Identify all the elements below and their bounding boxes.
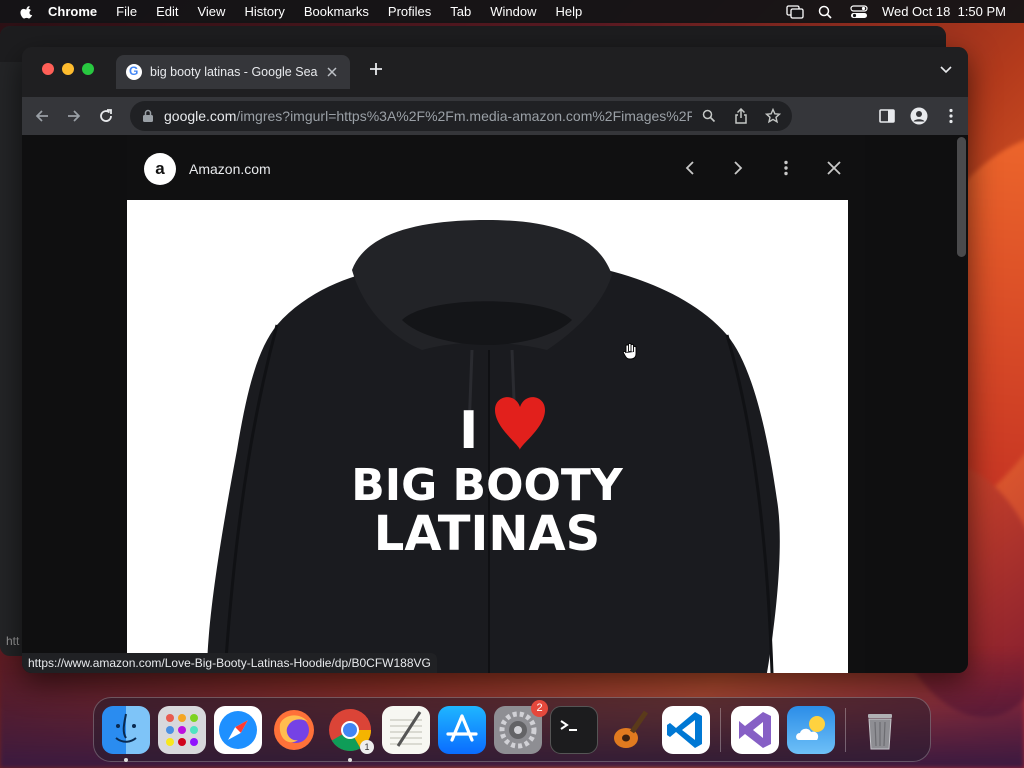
tab-strip: big booty latinas - Google Sea — [22, 47, 968, 97]
menu-window[interactable]: Window — [490, 4, 536, 19]
control-center-icon[interactable] — [850, 4, 868, 19]
omnibox-actions — [700, 107, 782, 125]
dock-trash-icon[interactable] — [856, 706, 904, 754]
viewer-controls — [681, 159, 843, 177]
product-image[interactable]: I BIG BOOTY LATINAS — [127, 200, 848, 673]
image-source-name[interactable]: Amazon.com — [189, 161, 271, 177]
chrome-badge: 1 — [360, 739, 374, 754]
menu-bar: Chrome File Edit View History Bookmarks … — [0, 0, 1024, 23]
dock-visual-studio-icon[interactable] — [731, 705, 779, 754]
viewer-more-options-icon[interactable] — [777, 159, 795, 177]
back-button[interactable] — [28, 102, 56, 130]
dock: 1 2 — [93, 697, 931, 762]
apple-menu-icon[interactable] — [20, 5, 34, 19]
menu-edit[interactable]: Edit — [156, 4, 178, 19]
dock-chrome-icon[interactable]: 1 — [326, 706, 374, 762]
menu-app-name[interactable]: Chrome — [48, 4, 97, 19]
dock-safari-icon[interactable] — [214, 705, 262, 754]
dock-separator — [720, 707, 721, 752]
browser-toolbar: google.com/imgres?imgurl=https%3A%2F%2Fm… — [22, 97, 968, 135]
hoodie-illustration: I BIG BOOTY LATINAS — [127, 200, 848, 673]
dock-garageband-icon[interactable] — [606, 706, 654, 754]
url-path: /imgres?imgurl=https%3A%2F%2Fm.media-ama… — [236, 108, 692, 124]
next-image-chevron-right-icon[interactable] — [729, 159, 747, 177]
toolbar-right-actions — [878, 97, 960, 135]
window-controls — [42, 63, 94, 75]
forward-button[interactable] — [60, 102, 88, 130]
image-text-line3: LATINAS — [374, 506, 601, 562]
close-window-button[interactable] — [42, 63, 54, 75]
minimize-window-button[interactable] — [62, 63, 74, 75]
dock-textedit-icon[interactable] — [382, 705, 430, 754]
dock-weather-icon[interactable] — [787, 705, 835, 754]
menu-file[interactable]: File — [116, 4, 137, 19]
url-host: google.com — [164, 108, 237, 124]
running-indicator — [348, 757, 352, 762]
dock-launchpad-icon[interactable] — [158, 705, 206, 754]
spotlight-search-icon[interactable] — [818, 5, 836, 19]
page-content: a Amazon.com I BIG BOOTY LATINAS https:/… — [22, 135, 968, 673]
menu-clock[interactable]: Wed Oct 18 1:50 PM — [882, 4, 1006, 19]
amazon-logo-icon[interactable]: a — [144, 153, 176, 185]
reload-button[interactable] — [92, 102, 120, 130]
tab-active[interactable]: big booty latinas - Google Sea — [116, 55, 350, 89]
system-settings-badge: 2 — [531, 699, 548, 717]
side-panel-icon[interactable] — [878, 107, 896, 125]
image-text-line2: BIG BOOTY — [351, 460, 624, 511]
new-tab-button[interactable] — [366, 60, 386, 80]
tab-search-chevron-down-icon[interactable] — [940, 61, 954, 75]
menu-profiles[interactable]: Profiles — [388, 4, 431, 19]
dock-system-settings-icon[interactable]: 2 — [494, 699, 548, 754]
dock-app-store-icon[interactable] — [438, 705, 486, 754]
menu-bookmarks[interactable]: Bookmarks — [304, 4, 369, 19]
search-icon[interactable] — [700, 107, 718, 125]
menu-view[interactable]: View — [197, 4, 225, 19]
menu-help[interactable]: Help — [556, 4, 583, 19]
share-icon[interactable] — [732, 107, 750, 125]
menu-tab[interactable]: Tab — [450, 4, 471, 19]
image-source-bar: a Amazon.com — [127, 135, 865, 203]
tab-title: big booty latinas - Google Sea — [150, 65, 318, 79]
close-viewer-icon[interactable] — [825, 159, 843, 177]
zoom-window-button[interactable] — [82, 63, 94, 75]
link-status-url: https://www.amazon.com/Love-Big-Booty-La… — [22, 653, 437, 673]
url-text[interactable]: google.com/imgres?imgurl=https%3A%2F%2Fm… — [164, 108, 692, 124]
profile-avatar-icon[interactable] — [910, 107, 928, 125]
address-bar[interactable]: google.com/imgres?imgurl=https%3A%2F%2Fm… — [130, 101, 792, 131]
chrome-window: big booty latinas - Google Sea google.co… — [22, 47, 968, 673]
bookmark-star-icon[interactable] — [764, 107, 782, 125]
screen-mirroring-icon[interactable] — [786, 4, 804, 19]
image-viewer-panel: a Amazon.com I BIG BOOTY LATINAS — [127, 135, 865, 673]
page-scrollbar[interactable] — [957, 137, 966, 257]
lock-icon[interactable] — [142, 109, 154, 123]
previous-image-chevron-left-icon[interactable] — [681, 159, 699, 177]
image-text-line1: I — [459, 401, 478, 461]
background-window-label: htt — [6, 634, 20, 648]
running-indicator — [124, 757, 128, 762]
tab-close-icon[interactable] — [324, 64, 340, 80]
dock-finder-icon[interactable] — [102, 705, 150, 762]
google-favicon-icon — [126, 64, 142, 80]
dock-firefox-icon[interactable] — [270, 706, 318, 754]
more-menu-icon[interactable] — [942, 107, 960, 125]
dock-separator — [845, 707, 846, 752]
menu-history[interactable]: History — [244, 4, 284, 19]
dock-vscode-icon[interactable] — [662, 705, 710, 754]
dock-terminal-icon[interactable] — [550, 705, 598, 754]
